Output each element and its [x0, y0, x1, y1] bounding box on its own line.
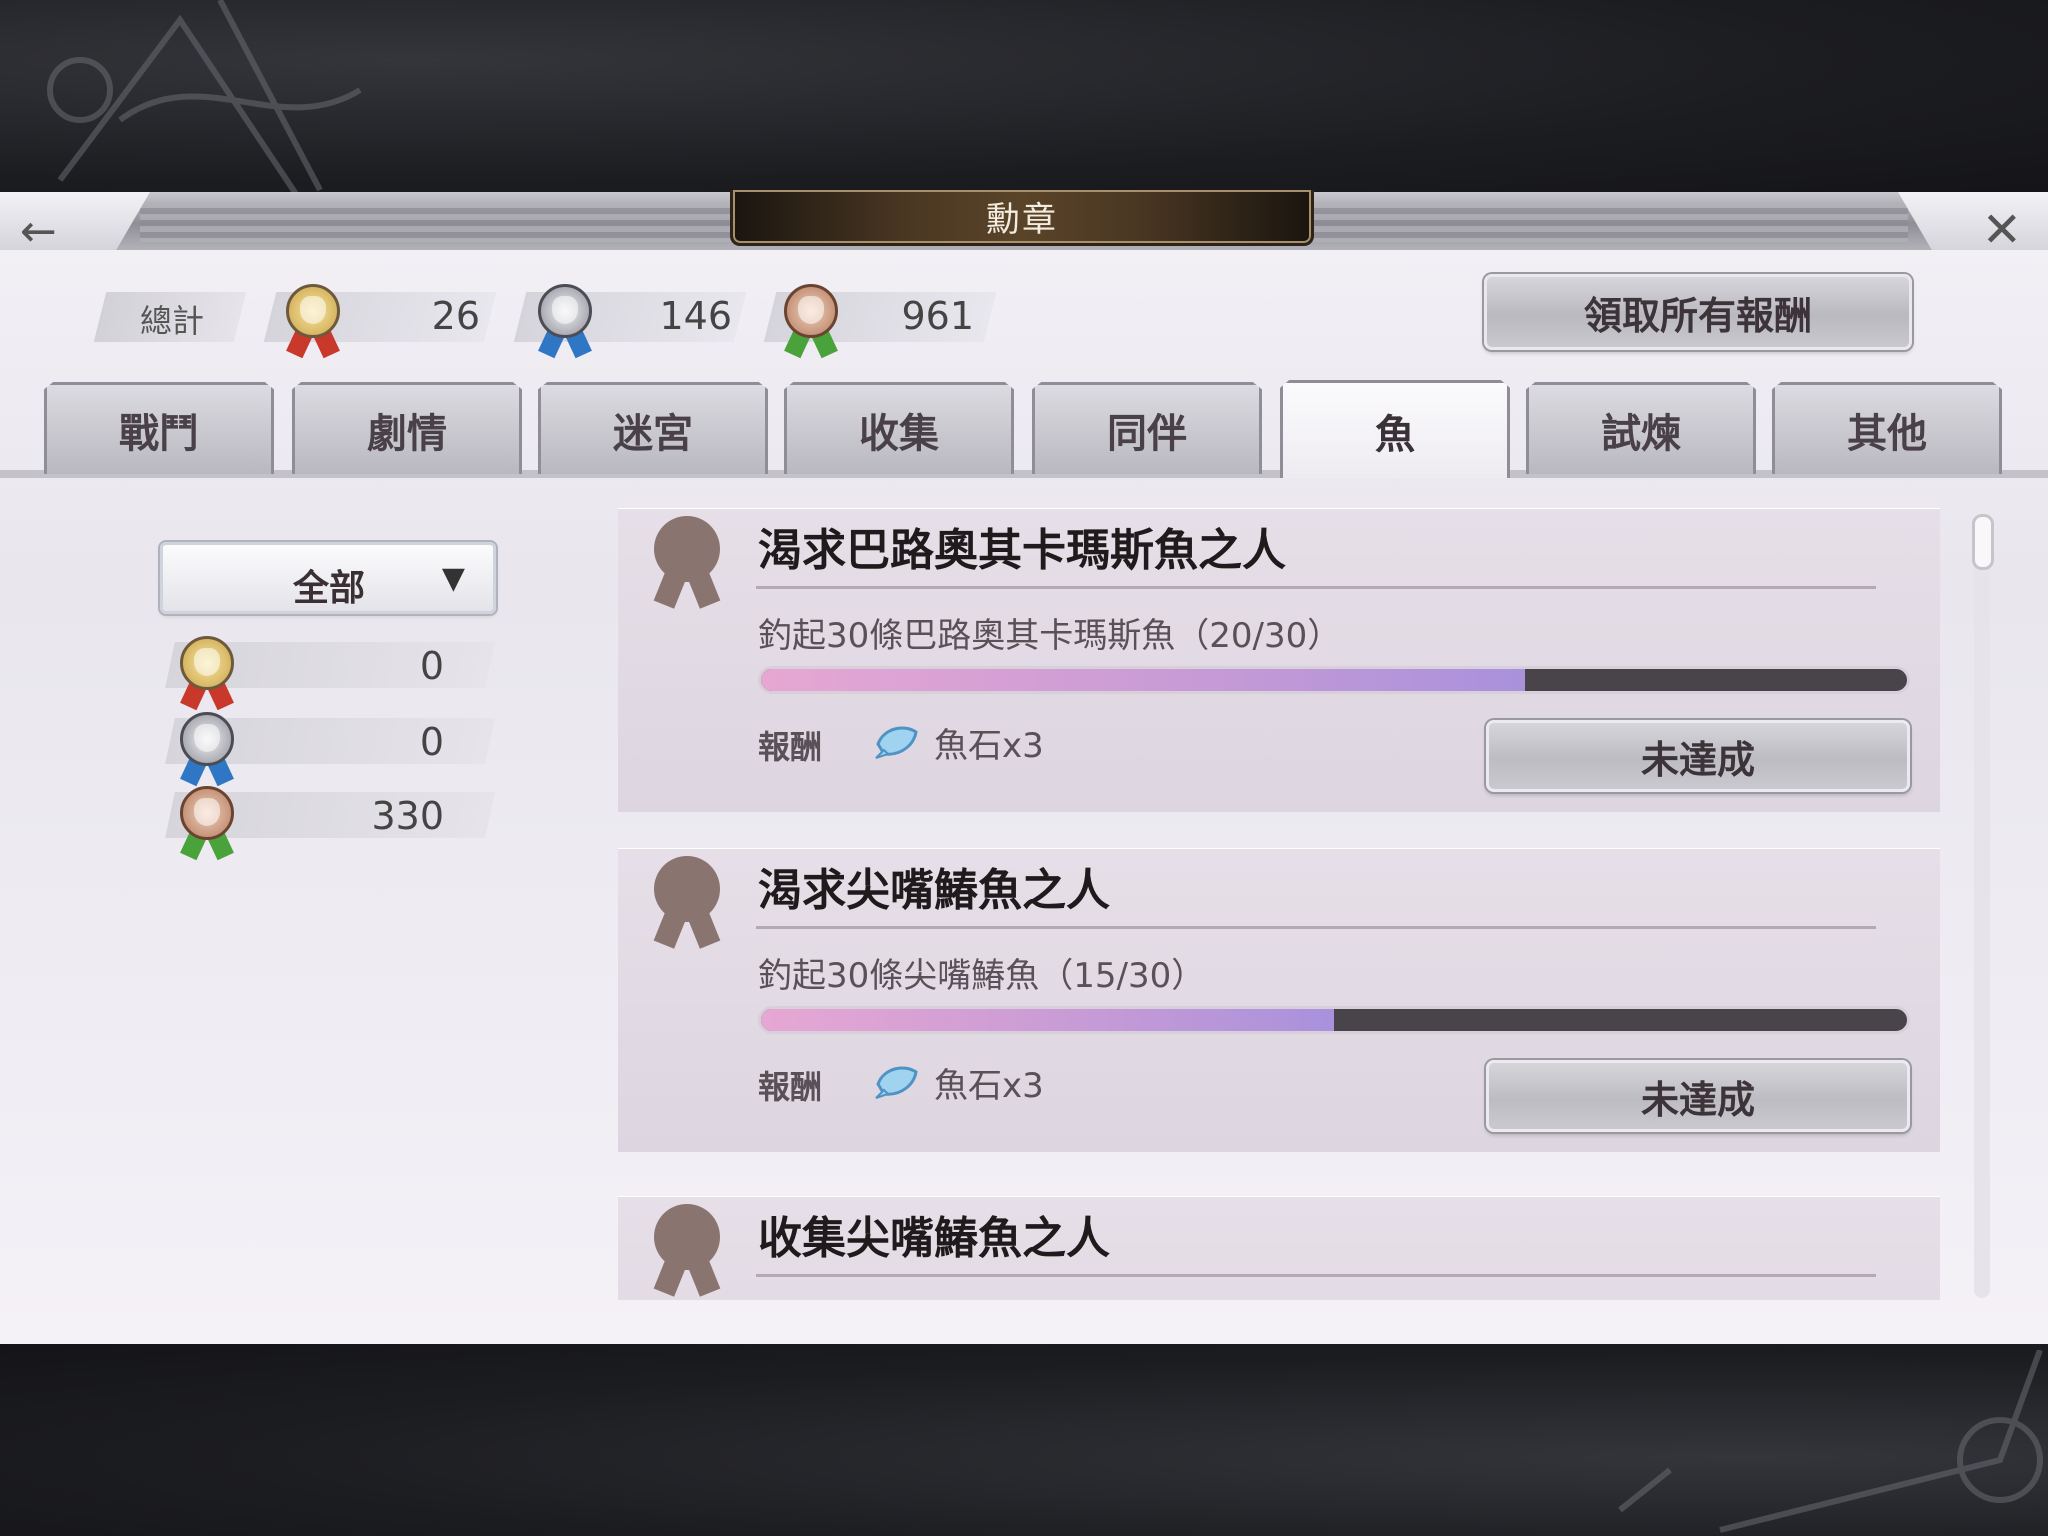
- bronze-medal-icon: [180, 786, 234, 861]
- filter-dropdown[interactable]: 全部 ▼: [160, 542, 496, 614]
- achievement-title: 收集尖嘴鰆魚之人: [758, 1213, 1110, 1264]
- achievement-description: 釣起30條巴路奧其卡瑪斯魚（20/30）: [758, 616, 1342, 656]
- status-button[interactable]: 未達成: [1486, 1060, 1910, 1132]
- summary-label: 總計: [140, 302, 205, 340]
- achievement-title: 渴求巴路奧其卡瑪斯魚之人: [758, 525, 1286, 576]
- filter-label: 全部: [293, 567, 366, 609]
- tab-companion[interactable]: 同伴: [1032, 382, 1262, 474]
- silver-medal-icon: [538, 284, 592, 359]
- fish-stone-icon: [875, 1066, 918, 1099]
- silver-medal-icon: [180, 712, 234, 787]
- chevron-down-icon: ▼: [441, 561, 465, 596]
- tab-dungeon[interactable]: 迷宮: [538, 382, 768, 474]
- tab-fish[interactable]: 魚: [1280, 380, 1510, 478]
- achievement-card: 渴求巴路奧其卡瑪斯魚之人 釣起30條巴路奧其卡瑪斯魚（20/30） 報酬 魚石x…: [618, 508, 1940, 812]
- achievement-description: 釣起30條尖嘴鰆魚（15/30）: [758, 956, 1206, 996]
- tab-other[interactable]: 其他: [1772, 382, 2002, 474]
- achievement-card: 渴求尖嘴鰆魚之人 釣起30條尖嘴鰆魚（15/30） 報酬 魚石x3 未達成: [618, 848, 1940, 1152]
- bottom-background: [0, 1340, 2048, 1536]
- medal-placeholder-icon: [650, 1204, 724, 1297]
- sidebar-silver-count: 0: [419, 720, 444, 764]
- top-background: [0, 0, 2048, 200]
- reward-label: 報酬: [758, 1068, 823, 1106]
- progress-fill: [761, 669, 1526, 691]
- progress-bar: [758, 666, 1910, 694]
- achievement-card: 收集尖嘴鰆魚之人: [618, 1196, 1940, 1300]
- bronze-medal-icon: [784, 284, 838, 359]
- page-title: 勳章: [986, 200, 1058, 240]
- summary-gold-count: 26: [431, 294, 480, 338]
- tab-battle[interactable]: 戰鬥: [44, 382, 274, 474]
- tab-trial[interactable]: 試煉: [1526, 382, 1756, 474]
- gold-medal-icon: [180, 636, 234, 711]
- achievement-title: 渴求尖嘴鰆魚之人: [758, 865, 1110, 916]
- progress-fill: [761, 1009, 1334, 1031]
- scrollbar-thumb[interactable]: [1972, 514, 1994, 570]
- reward-text: 魚石x3: [934, 726, 1044, 766]
- ornament-decoration: [1618, 1350, 2043, 1533]
- reward-text: 魚石x3: [934, 1066, 1044, 1106]
- sidebar-gold-count: 0: [419, 644, 444, 688]
- tab-collection[interactable]: 收集: [784, 382, 1014, 474]
- scrollbar-track[interactable]: [1974, 514, 1990, 1298]
- medal-placeholder-icon: [650, 856, 724, 949]
- divider: [756, 1274, 1876, 1277]
- claim-all-rewards-button[interactable]: 領取所有報酬: [1484, 274, 1912, 350]
- fish-stone-icon: [875, 726, 918, 759]
- ornament-decoration: [47, 0, 362, 200]
- title-plate: 勳章: [730, 190, 1314, 246]
- divider: [756, 926, 1876, 929]
- divider: [756, 586, 1876, 589]
- summary-silver-count: 146: [659, 294, 732, 338]
- sidebar-bronze-count: 330: [371, 794, 444, 838]
- tab-story[interactable]: 劇情: [292, 382, 522, 474]
- status-button[interactable]: 未達成: [1486, 720, 1910, 792]
- reward-label: 報酬: [758, 728, 823, 766]
- achievement-list[interactable]: 渴求巴路奧其卡瑪斯魚之人 釣起30條巴路奧其卡瑪斯魚（20/30） 報酬 魚石x…: [618, 508, 1940, 1300]
- summary-bronze-count: 961: [901, 294, 974, 338]
- gold-medal-icon: [286, 284, 340, 359]
- medal-placeholder-icon: [650, 516, 724, 609]
- progress-bar: [758, 1006, 1910, 1034]
